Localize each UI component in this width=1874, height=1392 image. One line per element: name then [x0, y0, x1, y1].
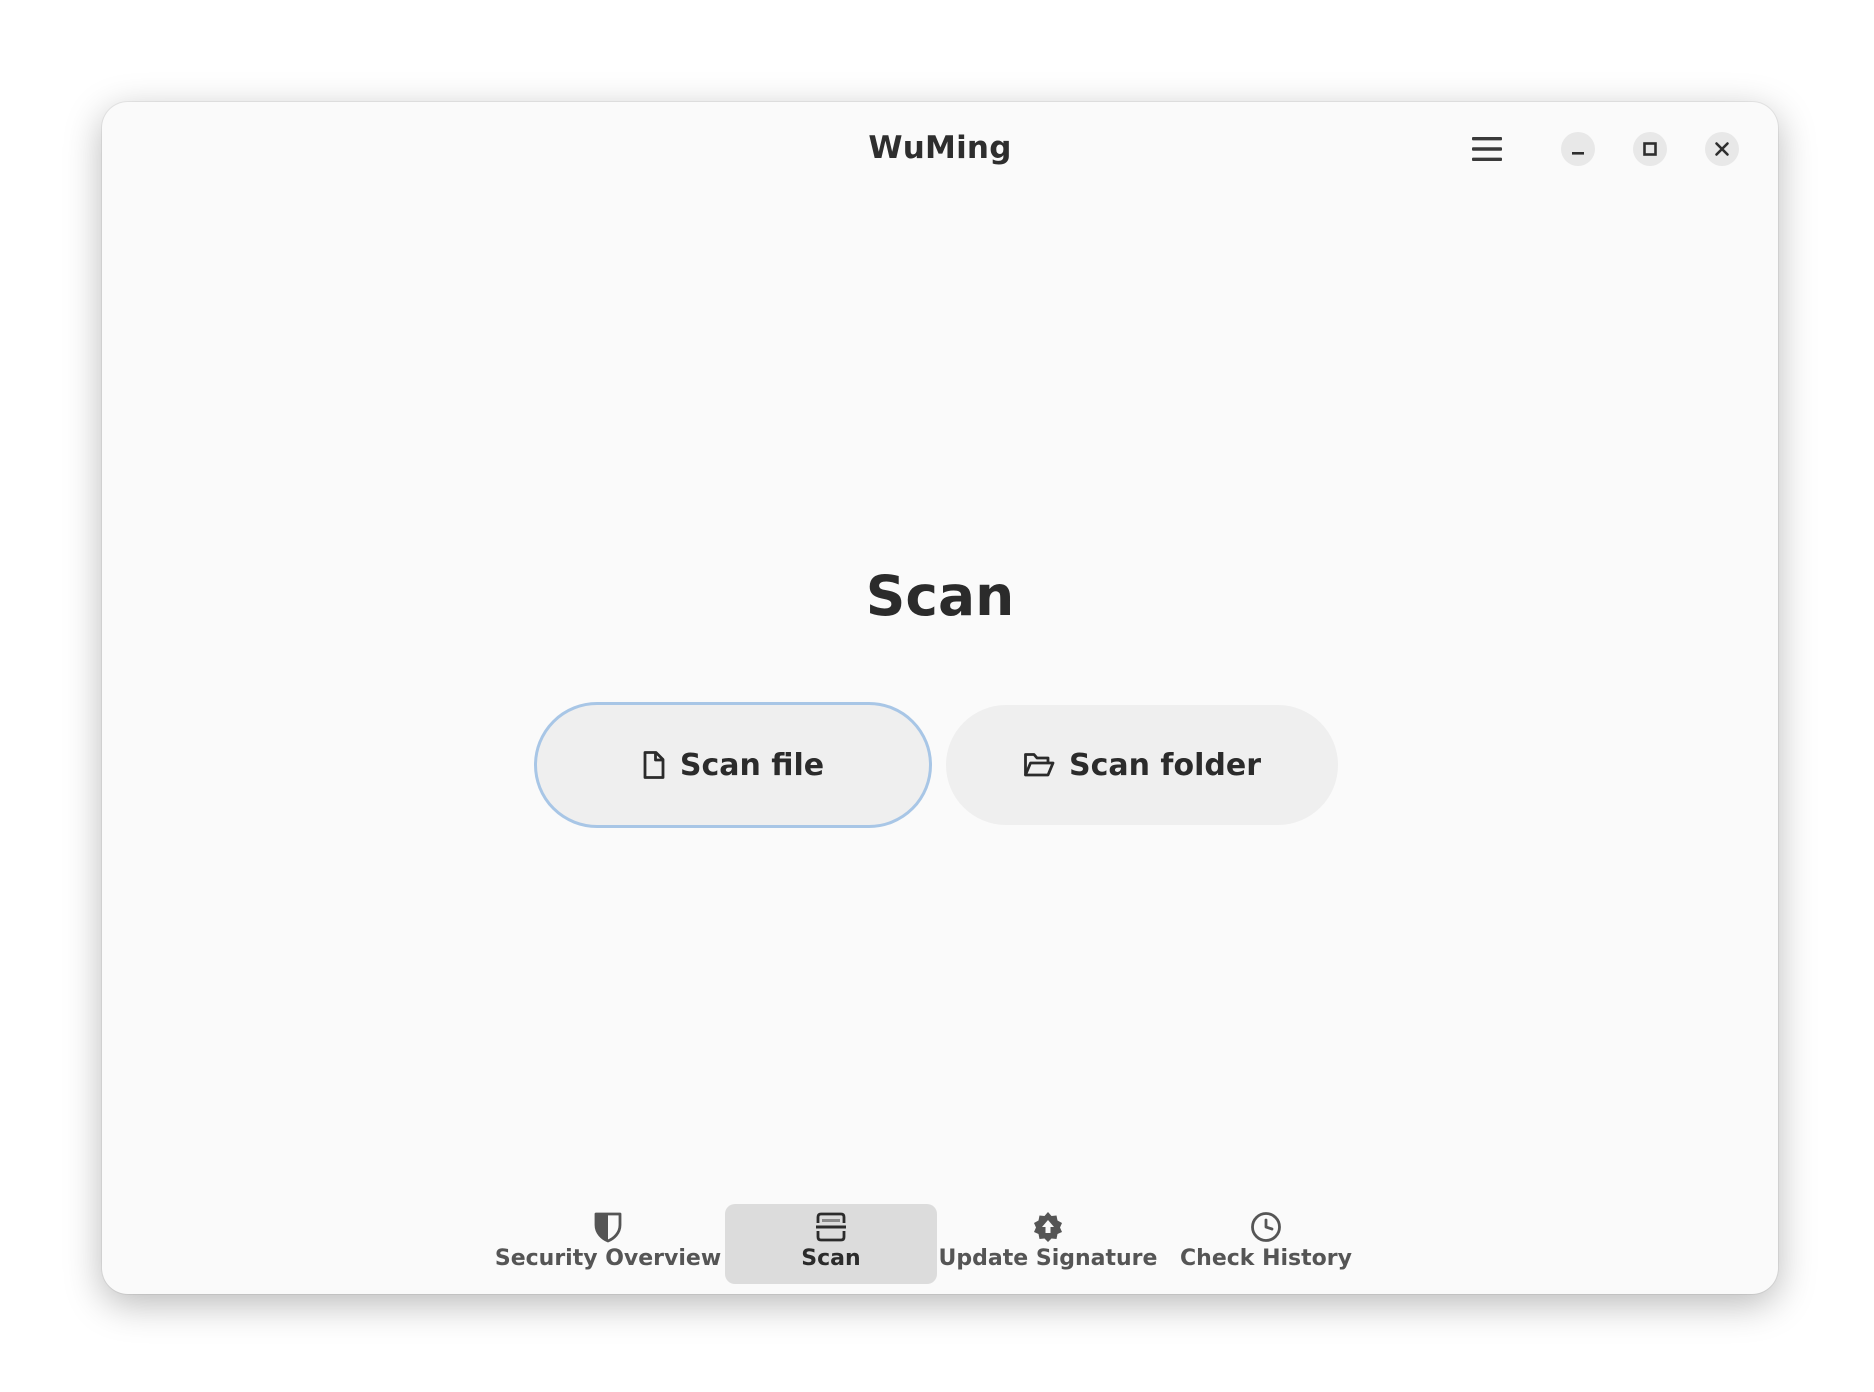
maximize-icon [1643, 142, 1657, 156]
close-button[interactable] [1705, 132, 1739, 166]
tab-label: Scan [801, 1246, 861, 1271]
main-menu-button[interactable] [1462, 124, 1512, 174]
file-icon [643, 751, 665, 779]
tab-security-overview[interactable]: Security Overview [495, 1204, 721, 1284]
clock-icon [1251, 1212, 1281, 1242]
tab-scan[interactable]: Scan [725, 1204, 937, 1284]
window-title: WuMing [868, 130, 1012, 166]
tab-label: Update Signature [938, 1246, 1158, 1271]
maximize-button[interactable] [1633, 132, 1667, 166]
scanner-icon [816, 1212, 846, 1242]
close-icon [1715, 142, 1729, 156]
hamburger-menu-icon [1472, 137, 1502, 161]
tab-update-signature[interactable]: Update Signature [939, 1204, 1157, 1284]
gear-upload-icon [1034, 1212, 1062, 1242]
minimize-icon [1572, 152, 1584, 155]
title-bar: WuMing [102, 102, 1778, 194]
tab-check-history[interactable]: Check History [1172, 1204, 1360, 1284]
scan-file-button[interactable]: Scan file [534, 702, 932, 828]
scan-folder-label: Scan folder [1069, 747, 1261, 783]
app-window: WuMing Scan Scan file Scan folder Securi… [102, 102, 1778, 1294]
shield-icon [594, 1212, 622, 1243]
minimize-button[interactable] [1561, 132, 1595, 166]
tab-label: Check History [1180, 1246, 1352, 1271]
folder-open-icon [1024, 753, 1055, 777]
page-title: Scan [865, 564, 1015, 628]
scan-folder-button[interactable]: Scan folder [946, 705, 1338, 825]
scan-file-label: Scan file [679, 747, 825, 783]
bottom-navigation: Security Overview Scan Update Signature … [102, 1200, 1778, 1284]
tab-label: Security Overview [494, 1246, 722, 1271]
